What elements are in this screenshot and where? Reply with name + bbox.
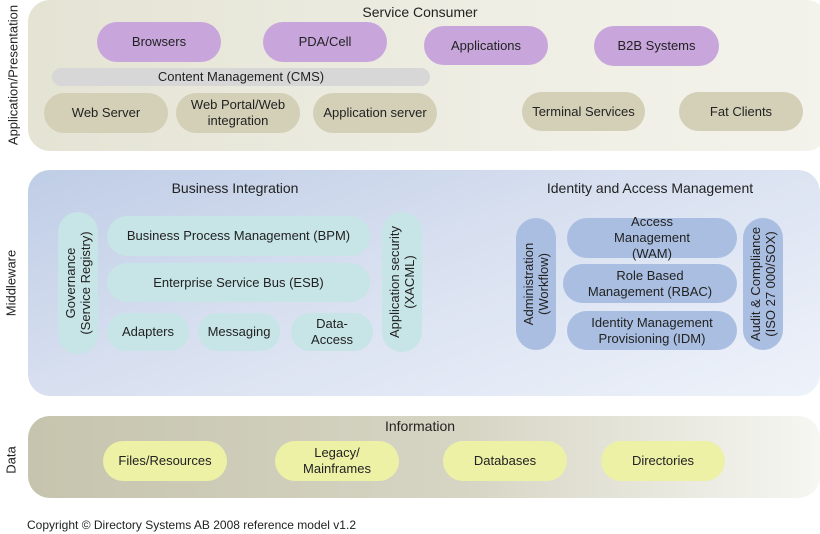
business-integration-title: Business Integration xyxy=(171,180,299,196)
server-web-server: Web Server xyxy=(44,93,168,133)
server-web-portal: Web Portal/Web integration xyxy=(176,93,300,133)
server-terminal-services: Terminal Services xyxy=(522,92,645,131)
app-security-box: Application security (XACML) xyxy=(382,212,422,352)
adapters-box: Adapters xyxy=(107,313,189,351)
layer-label-middleware: Middleware xyxy=(3,249,19,317)
copyright-text: Copyright © Directory Systems AB 2008 re… xyxy=(27,518,356,532)
data-access-box: Data-Access xyxy=(291,313,373,351)
info-directories: Directories xyxy=(601,441,725,481)
audit-compliance-box: Audit & Compliance (ISO 27 000/SOX) xyxy=(743,218,783,350)
iam-title: Identity and Access Management xyxy=(546,180,754,196)
administration-box: Administration (Workflow) xyxy=(516,218,556,350)
server-fat-clients: Fat Clients xyxy=(679,92,803,131)
cms-bar: Content Management (CMS) xyxy=(52,68,430,86)
layer-label-data: Data xyxy=(3,446,19,474)
client-browsers: Browsers xyxy=(97,22,221,62)
client-b2b-systems: B2B Systems xyxy=(594,26,719,66)
info-databases: Databases xyxy=(443,441,567,481)
messaging-box: Messaging xyxy=(198,313,280,351)
client-applications: Applications xyxy=(424,26,548,65)
info-legacy-mainframes: Legacy/ Mainframes xyxy=(275,441,399,481)
access-management-box: Access Management (WAM) xyxy=(567,214,737,261)
layer-label-presentation: Application/Presentation xyxy=(5,4,21,146)
idm-box: Identity Management Provisioning (IDM) xyxy=(567,311,737,350)
client-pda-cell: PDA/Cell xyxy=(263,22,387,62)
information-title: Information xyxy=(384,418,456,434)
esb-box: Enterprise Service Bus (ESB) xyxy=(107,263,370,302)
info-files-resources: Files/Resources xyxy=(103,441,227,481)
governance-box: Governance (Service Registry) xyxy=(58,212,98,354)
rbac-box: Role Based Management (RBAC) xyxy=(563,264,737,303)
bpm-box: Business Process Management (BPM) xyxy=(107,216,370,256)
service-consumer-title: Service Consumer xyxy=(362,4,478,20)
server-application-server: Application server xyxy=(313,93,437,133)
